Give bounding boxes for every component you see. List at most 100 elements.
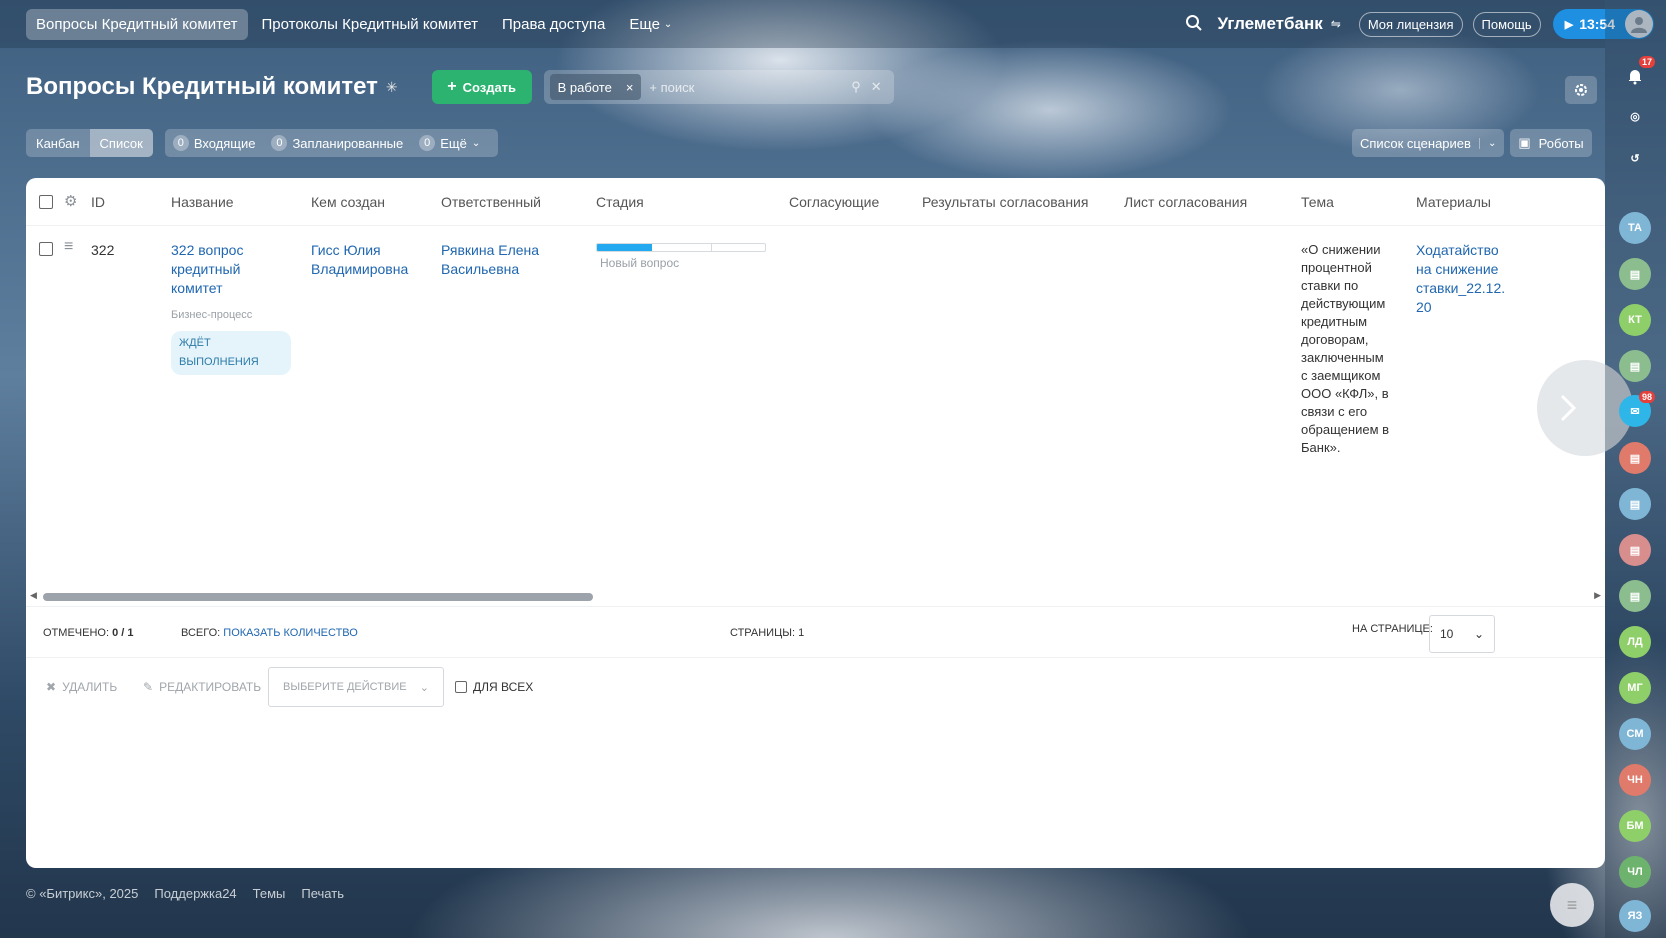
group-chat-icon[interactable]: ▤ — [1619, 580, 1651, 612]
pin-icon[interactable]: ✳ — [386, 79, 398, 96]
avatar-kt[interactable]: КТ — [1619, 304, 1651, 336]
robot-icon: ▣ — [1518, 135, 1531, 150]
filter-search-field[interactable]: В работе × + поиск ⚲ ✕ — [543, 70, 894, 104]
horizontal-scrollbar[interactable]: ◀ ▶ — [26, 590, 1605, 604]
column-responsible[interactable]: Ответственный — [441, 194, 541, 210]
create-button[interactable]: + Создать — [431, 70, 532, 104]
bp-status-badge[interactable]: ЖДЁТ ВЫПОЛНЕНИЯ — [171, 331, 291, 375]
my-license-button[interactable]: Моя лицензия — [1358, 11, 1463, 37]
view-kanban[interactable]: Канбан — [26, 129, 90, 157]
for-all-checkbox[interactable]: ДЛЯ ВСЕХ — [455, 680, 533, 694]
search-icon[interactable] — [1185, 14, 1203, 35]
scenarios-list-button[interactable]: Список сценариев ⌄ — [1352, 129, 1505, 157]
avatar-sm[interactable]: СМ — [1619, 718, 1651, 750]
search-input[interactable]: + поиск — [649, 80, 694, 95]
column-stage[interactable]: Стадия — [596, 194, 644, 210]
gear-icon[interactable] — [1565, 76, 1597, 104]
bp-label: Бизнес-процесс — [171, 309, 253, 321]
choose-action-select[interactable]: ВЫБЕРИТЕ ДЕЙСТВИЕ ⌄ — [268, 667, 444, 707]
print-link[interactable]: Печать — [301, 886, 344, 901]
search-icon[interactable]: ⚲ — [851, 79, 861, 95]
avatar-ta[interactable]: ТА — [1619, 212, 1651, 244]
select-all-checkbox[interactable] — [39, 195, 53, 209]
top-right-controls: Углеметбанк ⇋ Моя лицензия Помощь ▶ 13:5… — [1185, 8, 1654, 40]
delete-button[interactable]: ✖ УДАЛИТЬ — [46, 680, 117, 694]
row-name-link[interactable]: 322 вопрос кредитный комитет — [171, 242, 243, 296]
tab-credit-committee-questions[interactable]: Вопросы Кредитный комитет — [26, 8, 248, 40]
counter-incoming-value: 0 — [172, 135, 189, 151]
help-button[interactable]: Помощь — [1472, 11, 1541, 37]
group-chat-icon[interactable]: ▤ — [1619, 258, 1651, 290]
group-chat-icon[interactable]: ▤ — [1619, 350, 1651, 382]
notifications-count: 17 — [1638, 56, 1655, 68]
settings-sliders-icon[interactable]: ⇋ — [1331, 17, 1341, 31]
list-card: ⚙ ID Название Кем создан Ответственный С… — [26, 178, 1605, 868]
delete-label: УДАЛИТЬ — [62, 680, 118, 694]
robots-button[interactable]: ▣ Роботы — [1510, 129, 1592, 157]
filter-chip-label: В работе — [557, 79, 612, 95]
column-settings-icon[interactable]: ⚙ — [64, 192, 77, 210]
scrollbar-thumb[interactable] — [43, 593, 593, 601]
counter-planned[interactable]: 0 Запланированные — [271, 135, 403, 151]
avatar-yaz[interactable]: ЯЗ — [1619, 900, 1651, 932]
bell-icon[interactable]: 17 — [1619, 56, 1655, 92]
stage-name: Новый вопрос — [600, 256, 680, 270]
themes-link[interactable]: Темы — [253, 886, 286, 901]
for-all-box[interactable] — [455, 681, 467, 693]
counter-planned-value: 0 — [271, 135, 288, 151]
per-page-select[interactable]: 10 ⌄ — [1429, 615, 1495, 653]
support-link[interactable]: Поддержка24 — [154, 886, 236, 901]
column-created-by[interactable]: Кем создан — [311, 194, 385, 210]
group-chat-icon[interactable]: ▤ — [1619, 442, 1651, 474]
edit-button[interactable]: ✎ РЕДАКТИРОВАТЬ — [143, 680, 261, 694]
avatar-bm[interactable]: БМ — [1619, 810, 1651, 842]
column-approval-sheet[interactable]: Лист согласования — [1124, 194, 1247, 210]
scroll-right-icon[interactable]: ▶ — [1594, 590, 1601, 601]
column-id[interactable]: ID — [91, 194, 105, 210]
filter-chip-in-progress[interactable]: В работе × — [549, 74, 642, 100]
tab-credit-committee-protocols[interactable]: Протоколы Кредитный комитет — [252, 9, 489, 40]
column-name[interactable]: Название — [171, 194, 234, 210]
view-list[interactable]: Список — [89, 129, 153, 157]
company-name[interactable]: Углеметбанк — [1217, 14, 1322, 34]
total-label: ВСЕГО: — [181, 627, 221, 639]
counter-more[interactable]: 0 Ещё ⌄ — [419, 135, 480, 151]
stage-progress[interactable] — [596, 243, 766, 252]
counter-more-value: 0 — [419, 135, 436, 151]
avatar-mg[interactable]: МГ — [1619, 672, 1651, 704]
table-row[interactable]: ≡ 322 322 вопрос кредитный комитет Бизне… — [26, 226, 1605, 586]
delete-icon: ✖ — [46, 680, 57, 694]
responsible-link[interactable]: Рявкина Елена Васильевна — [441, 241, 551, 279]
table-header: ⚙ ID Название Кем создан Ответственный С… — [26, 178, 1605, 226]
chevron-down-icon: ⌄ — [663, 18, 673, 30]
checked-counter: ОТМЕЧЕНО: 0 / 1 — [43, 627, 133, 639]
materials-link[interactable]: Ходатайство на снижение ставки_22.12.20 — [1416, 241, 1506, 317]
clear-icon[interactable]: ✕ — [871, 79, 882, 95]
right-sidebar: 17 ◎ ↺ ТА ▤ КТ ▤ ✉ 98 ▤ ▤ ▤ ▤ ЛД МГ СМ ЧН… — [1605, 0, 1666, 938]
chat-menu-button[interactable]: ≡ — [1550, 883, 1594, 927]
avatar-ld[interactable]: ЛД — [1619, 626, 1651, 658]
row-menu-icon[interactable]: ≡ — [64, 238, 73, 256]
messenger-icon[interactable]: ✉ 98 — [1619, 391, 1655, 427]
close-icon[interactable]: × — [626, 80, 634, 95]
show-count-link[interactable]: ПОКАЗАТЬ КОЛИЧЕСТВО — [223, 627, 358, 639]
menu-icon: ≡ — [1566, 894, 1578, 915]
column-materials[interactable]: Материалы — [1416, 194, 1491, 210]
row-checkbox[interactable] — [39, 242, 53, 256]
counter-incoming[interactable]: 0 Входящие — [172, 135, 255, 151]
chat-count: 98 — [1638, 391, 1655, 403]
tab-more[interactable]: Еще ⌄ — [619, 9, 682, 40]
avatar-chl[interactable]: ЧЛ — [1619, 856, 1651, 888]
scroll-left-icon[interactable]: ◀ — [30, 590, 37, 601]
counter-more-label: Ещё — [440, 135, 467, 151]
column-approvers[interactable]: Согласующие — [789, 194, 879, 210]
tab-access-rights[interactable]: Права доступа — [492, 9, 615, 40]
group-chat-icon[interactable]: ▤ — [1619, 488, 1651, 520]
activity-icon[interactable]: ◎ — [1619, 100, 1651, 132]
created-by-link[interactable]: Гисс Юлия Владимировна — [311, 241, 421, 279]
group-chat-icon[interactable]: ▤ — [1619, 534, 1651, 566]
avatar-chn[interactable]: ЧН — [1619, 764, 1651, 796]
history-icon[interactable]: ↺ — [1619, 142, 1651, 174]
column-approval-results[interactable]: Результаты согласования — [922, 194, 1088, 210]
column-topic[interactable]: Тема — [1301, 194, 1334, 210]
